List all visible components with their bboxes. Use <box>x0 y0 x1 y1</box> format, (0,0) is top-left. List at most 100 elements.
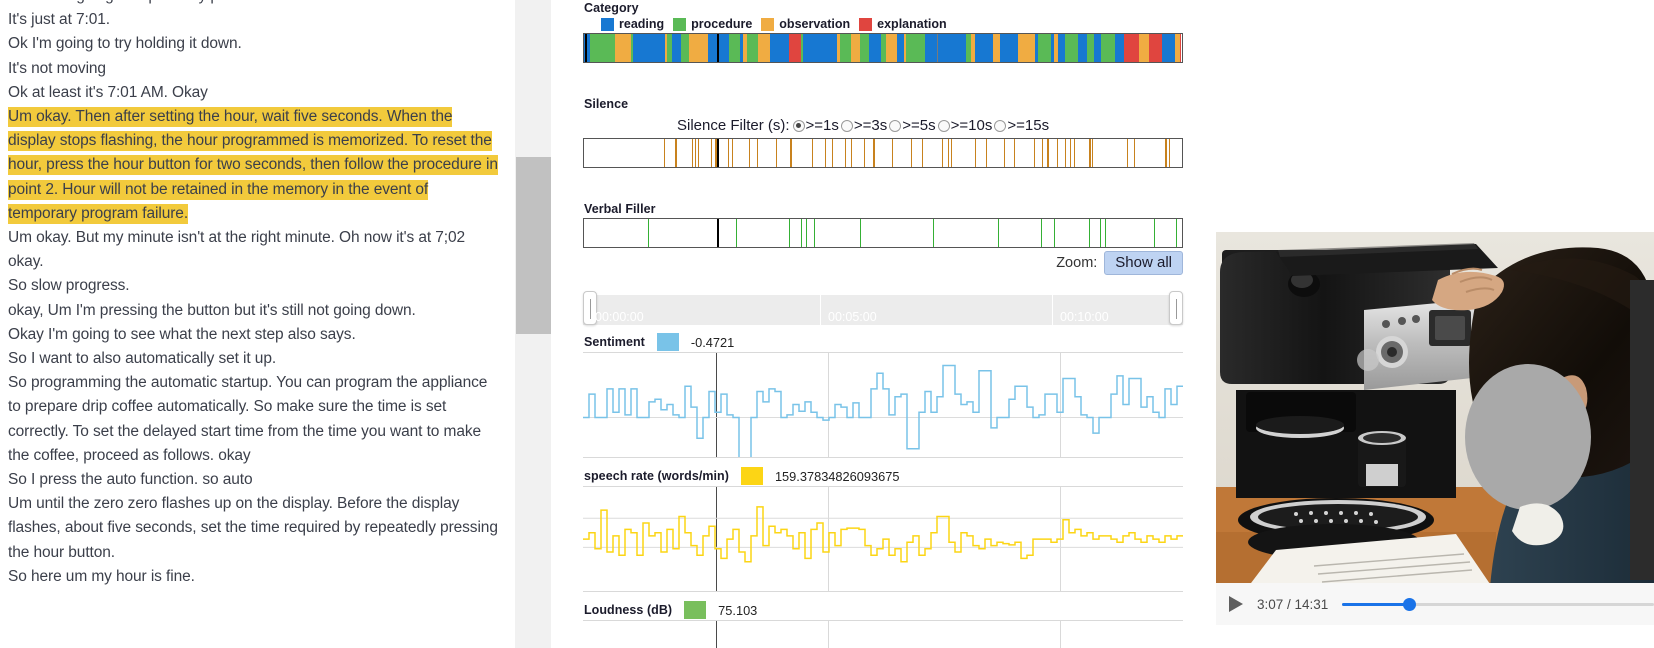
silence-filter-option-5s[interactable]: >=5s <box>889 117 936 134</box>
signal-name: Loudness (dB) <box>584 603 673 617</box>
verbal-filler-tick <box>801 219 803 247</box>
transcript-line[interactable]: okay, Um I'm pressing the button but it'… <box>8 299 498 323</box>
radio-button-icon[interactable] <box>840 119 853 132</box>
transcript-line[interactable]: So slow progress. <box>8 274 498 298</box>
verbal-filler-tick <box>806 219 808 247</box>
silence-tick <box>974 139 976 167</box>
transcript-panel: Ok so I'm going to repeatedly press it.I… <box>0 0 514 648</box>
scrub-handle-right[interactable] <box>1169 291 1183 325</box>
silence-tick <box>1126 139 1128 167</box>
silence-playhead <box>717 139 720 167</box>
show-all-button[interactable]: Show all <box>1104 251 1183 275</box>
zoom-controls: Zoom: Show all <box>871 251 1183 275</box>
signal-current-value: -0.4721 <box>690 334 735 350</box>
verbal-filler-tick <box>1100 219 1102 247</box>
silence-tick <box>695 139 697 167</box>
verbal-filler-timeline-track[interactable] <box>583 218 1183 248</box>
signal-header-speech-rate-words-min: speech rate (words/min) 159.3783482609367… <box>584 467 899 485</box>
signal-series-path <box>583 506 1183 563</box>
category-marker <box>937 34 938 62</box>
transcript-line[interactable]: Ok at least it's 7:01 AM. Okay <box>8 81 498 105</box>
category-segment <box>906 34 925 62</box>
radio-button-icon[interactable] <box>792 119 805 132</box>
transcript-line[interactable]: Ok so I'm going to repeatedly press it. <box>8 0 498 8</box>
silence-filter-option-15s[interactable]: >=15s <box>994 117 1049 134</box>
transcript-line[interactable]: So programming the automatic startup. Yo… <box>8 371 498 468</box>
silence-filter-group[interactable]: Silence Filter (s): >=1s >=3s >=5s >=10s >=15… <box>677 117 1051 134</box>
verbal-filler-tick <box>814 219 816 247</box>
silence-tick <box>1034 139 1036 167</box>
silence-filter-label: Silence Filter (s): <box>677 117 790 134</box>
analytics-panel: Category reading procedure observation expl… <box>551 0 1211 648</box>
video-thumbnail[interactable] <box>1216 232 1654 587</box>
radio-button-icon[interactable] <box>889 119 902 132</box>
scrub-time-label: 00:05:00 <box>828 310 877 324</box>
silence-timeline-track[interactable] <box>583 138 1183 168</box>
transcript-scrollbar[interactable] <box>514 0 552 648</box>
category-segment <box>1180 34 1182 62</box>
silence-filter-option-label: >=15s <box>1007 117 1050 134</box>
signal-chart-2[interactable] <box>583 620 1183 648</box>
verbal-filler-playhead <box>717 219 720 247</box>
signal-chart-0[interactable] <box>583 352 1183 458</box>
category-legend-item[interactable]: explanation <box>859 17 947 31</box>
category-segment <box>825 34 838 62</box>
silence-tick <box>756 139 758 167</box>
transcript-line[interactable]: Okay I'm going to see what the next step… <box>8 323 498 347</box>
silence-filter-option-label: >=3s <box>853 117 888 134</box>
signal-color-swatch-icon <box>684 601 707 619</box>
transcript-line[interactable]: Um until the zero zero flashes up on the… <box>8 492 498 565</box>
category-legend: reading procedure observation explanation <box>601 17 947 31</box>
category-segment <box>1077 34 1088 62</box>
signal-current-value: 159.37834826093675 <box>774 468 900 484</box>
scrollbar-thumb[interactable] <box>516 157 551 334</box>
category-legend-label: observation <box>779 17 851 31</box>
transcript-line[interactable]: It's just at 7:01. <box>8 8 498 32</box>
category-legend-item[interactable]: reading <box>601 17 664 31</box>
legend-swatch-icon <box>761 17 775 31</box>
transcript-line[interactable]: It's not moving <box>8 57 498 81</box>
silence-tick <box>1004 139 1006 167</box>
scrub-time-label: 00:10:00 <box>1060 310 1109 324</box>
silence-tick <box>921 139 923 167</box>
silence-tick <box>790 139 792 167</box>
category-segment <box>746 34 759 62</box>
silence-tick <box>748 139 751 167</box>
silence-tick <box>985 139 987 167</box>
seek-knob[interactable] <box>1402 598 1416 611</box>
category-legend-item[interactable]: procedure <box>673 17 752 31</box>
transcript-line[interactable]: Um okay. But my minute isn't at the righ… <box>8 226 498 274</box>
category-segment <box>1000 34 1019 62</box>
transcript-line[interactable]: Ok I'm going to try holding it down. <box>8 32 498 56</box>
video-controls-bar: 3:07 / 14:31 <box>1216 583 1654 625</box>
category-segment <box>1114 34 1125 62</box>
verbal-filler-tick <box>998 219 1000 247</box>
radio-button-icon[interactable] <box>994 119 1007 132</box>
silence-filter-option-label: >=10s <box>950 117 993 134</box>
signal-chart-1[interactable] <box>583 486 1183 592</box>
verbal-filler-section-title: Verbal Filler <box>584 202 656 216</box>
category-timeline-track[interactable] <box>583 33 1183 63</box>
zoom-label: Zoom: <box>1056 255 1098 271</box>
timeline-scrubber[interactable]: 00:00:00 00:05:00 00:10:00 <box>583 291 1183 325</box>
transcript-line[interactable]: Um okay. Then after setting the hour, wa… <box>8 105 498 226</box>
silence-filter-option-3s[interactable]: >=3s <box>840 117 888 134</box>
transcript-line[interactable]: So I press the auto function. so auto <box>8 468 498 492</box>
silence-tick <box>812 139 814 167</box>
signal-current-value: 75.103 <box>718 602 758 618</box>
silence-tick <box>910 139 912 167</box>
verbal-filler-tick <box>860 219 862 247</box>
silence-filter-option-1s[interactable]: >=1s <box>792 117 839 134</box>
video-seek-bar[interactable] <box>1342 597 1654 611</box>
category-legend-item[interactable]: observation <box>761 17 850 31</box>
silence-filter-option-10s[interactable]: >=10s <box>937 117 993 134</box>
play-icon[interactable] <box>1229 596 1243 612</box>
radio-button-icon[interactable] <box>937 119 950 132</box>
silence-tick <box>951 139 953 167</box>
silence-filter-option-label: >=5s <box>902 117 936 134</box>
transcript-line[interactable]: So here um my hour is fine. <box>8 565 498 589</box>
transcript-line[interactable]: So I want to also automatically set it u… <box>8 347 498 371</box>
signal-color-swatch-icon <box>656 333 679 351</box>
chart-playhead <box>716 621 718 648</box>
silence-tick <box>1168 139 1170 167</box>
